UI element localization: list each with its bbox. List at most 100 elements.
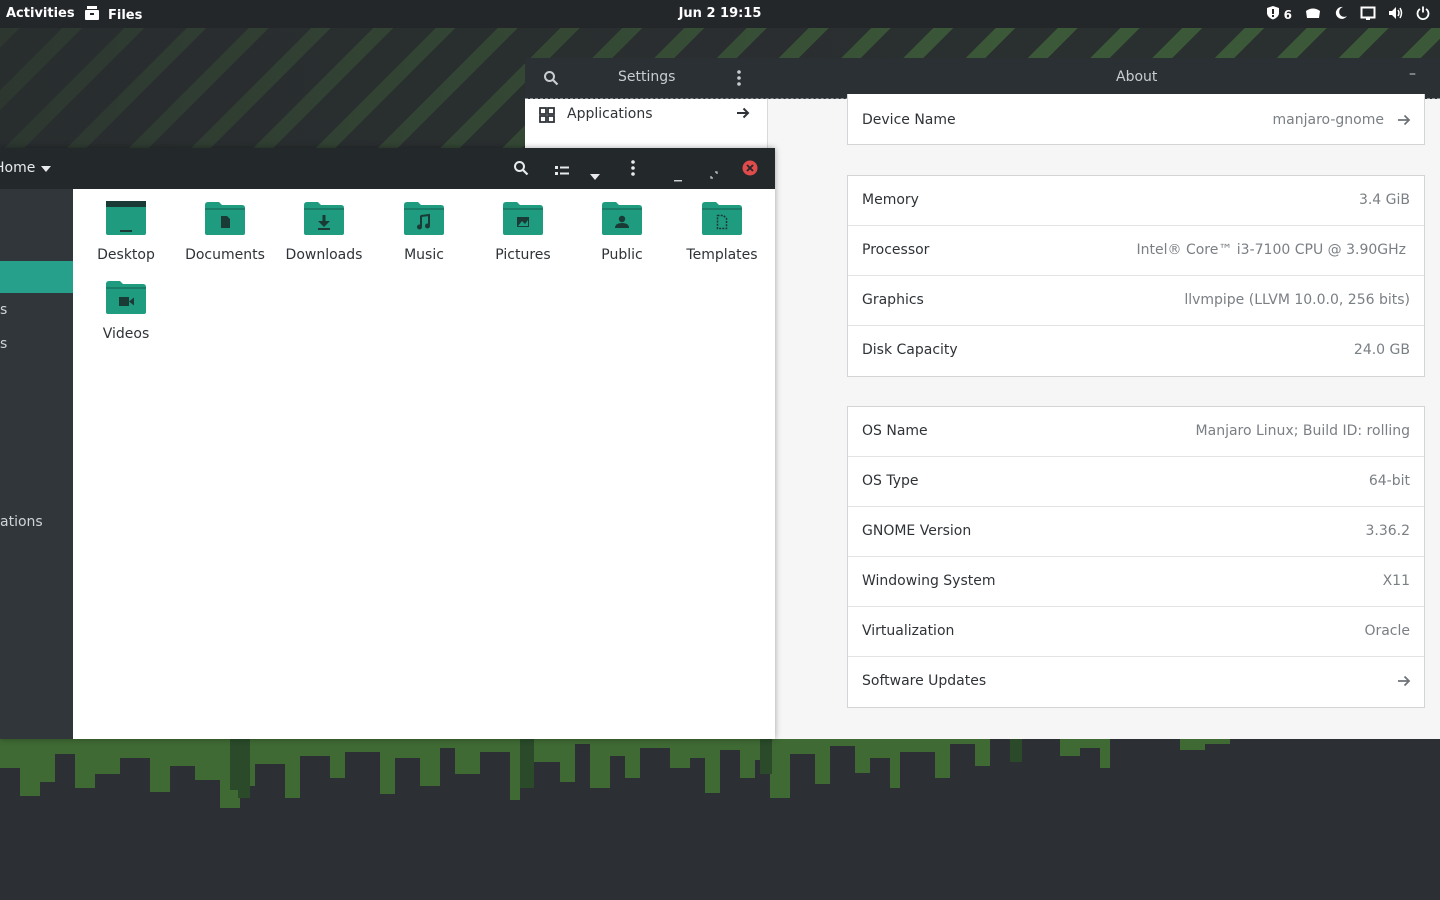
row-label: Virtualization	[862, 623, 955, 639]
folder-label: Videos	[102, 326, 150, 342]
activities-button[interactable]: Activities	[6, 6, 75, 21]
row-device-name[interactable]: Device Name manjaro-gnome	[848, 94, 1424, 144]
folder-desktop[interactable]: Desktop	[76, 199, 176, 263]
apps-grid-icon	[539, 107, 555, 127]
sidebar-item-fragment[interactable]: ations	[0, 514, 43, 530]
row-value: 64-bit	[1368, 473, 1410, 489]
row-label: Graphics	[862, 292, 924, 308]
files-window: Home s s ations	[0, 148, 775, 739]
videos-folder-icon	[106, 281, 146, 314]
row-label: GNOME Version	[862, 523, 972, 539]
row-value: Intel® Core™ i3-7100 CPU @ 3.90GHz	[1136, 242, 1407, 258]
files-sidebar: s s ations	[0, 189, 73, 739]
security-shield-icon[interactable]	[1266, 5, 1280, 24]
documents-folder-icon	[205, 202, 245, 235]
night-light-icon[interactable]	[1334, 6, 1348, 24]
updates-count: 6	[1283, 7, 1292, 22]
folder-label: Documents	[185, 247, 265, 263]
search-icon[interactable]	[513, 160, 529, 180]
folder-downloads[interactable]: Downloads	[274, 199, 374, 263]
sidebar-item-applications[interactable]: Applications	[525, 99, 767, 133]
row-os-name: OS Name Manjaro Linux; Build ID: rolling	[848, 407, 1424, 457]
page-title: About	[1116, 69, 1158, 85]
row-value: manjaro-gnome	[1272, 112, 1384, 128]
folder-label: Downloads	[285, 247, 363, 263]
search-icon[interactable]	[543, 70, 559, 90]
row-value: X11	[1382, 573, 1410, 589]
row-value: 3.36.2	[1365, 523, 1410, 539]
public-folder-icon	[602, 202, 642, 235]
location-button[interactable]: Home	[0, 160, 52, 176]
files-header-bar: Home	[0, 148, 775, 189]
view-options-chevron-icon[interactable]	[590, 165, 600, 184]
row-windowing-system: Windowing System X11	[848, 557, 1424, 607]
location-label: Home	[0, 160, 36, 176]
chevron-down-icon	[41, 160, 52, 176]
folder-templates[interactable]: Templates	[672, 199, 772, 263]
minimize-icon[interactable]	[674, 167, 682, 186]
menu-icon[interactable]	[631, 159, 635, 181]
folder-label: Music	[404, 247, 444, 263]
minimize-button[interactable]: –	[1409, 66, 1416, 82]
row-label: Memory	[862, 192, 919, 208]
software-card: OS Name Manjaro Linux; Build ID: rolling…	[847, 406, 1425, 708]
folder-videos[interactable]: Videos	[76, 278, 176, 342]
settings-menu-icon[interactable]	[737, 69, 741, 91]
row-label: Windowing System	[862, 573, 996, 589]
files-content-grid: Desktop Documents Downloads Music Pictur…	[73, 189, 775, 739]
folder-label: Desktop	[97, 247, 155, 263]
row-value: 24.0 GB	[1353, 342, 1410, 358]
system-tray[interactable]: 6	[1266, 5, 1430, 24]
sidebar-item-selected[interactable]	[0, 261, 73, 293]
row-virtualization: Virtualization Oracle	[848, 607, 1424, 657]
row-value: Oracle	[1364, 623, 1410, 639]
row-value: 3.4 GiB	[1358, 192, 1410, 208]
close-icon[interactable]	[742, 160, 758, 180]
arrow-right-icon	[735, 105, 751, 125]
top-bar: Activities Files Jun 2 19:15 6	[0, 0, 1440, 28]
row-processor: Processor Intel® Core™ i3-7100 CPU @ 3.9…	[848, 226, 1424, 276]
row-value: Manjaro Linux; Build ID: rolling	[1195, 423, 1410, 439]
clock[interactable]: Jun 2 19:15	[679, 6, 762, 21]
hardware-card: Memory 3.4 GiB Processor Intel® Core™ i3…	[847, 175, 1425, 377]
row-graphics: Graphics llvmpipe (LLVM 10.0.0, 256 bits…	[848, 276, 1424, 326]
music-folder-icon	[404, 202, 444, 235]
settings-title: Settings	[618, 69, 676, 85]
row-value: llvmpipe (LLVM 10.0.0, 256 bits)	[1184, 292, 1410, 308]
folder-public[interactable]: Public	[572, 199, 672, 263]
app-menu-label: Files	[108, 7, 143, 23]
power-icon[interactable]	[1416, 6, 1430, 24]
pictures-folder-icon	[503, 202, 543, 235]
folder-music[interactable]: Music	[374, 199, 474, 263]
templates-folder-icon	[702, 202, 742, 235]
row-label: Software Updates	[862, 673, 987, 689]
sidebar-item-fragment[interactable]: s	[0, 302, 7, 318]
list-view-icon[interactable]	[555, 162, 569, 181]
arrow-right-icon	[1396, 673, 1412, 693]
row-label: Disk Capacity	[862, 342, 958, 358]
wallpaper-skyline	[0, 738, 1440, 900]
sidebar-item-fragment[interactable]: s	[0, 336, 7, 352]
row-gnome-version: GNOME Version 3.36.2	[848, 507, 1424, 557]
row-label: Device Name	[862, 112, 956, 128]
arrow-right-icon	[1396, 112, 1412, 132]
app-menu[interactable]: Files	[84, 5, 142, 25]
row-os-type: OS Type 64-bit	[848, 457, 1424, 507]
sidebar-item-label: Applications	[567, 106, 653, 122]
folder-documents[interactable]: Documents	[175, 199, 275, 263]
downloads-folder-icon	[304, 202, 344, 235]
row-label: OS Name	[862, 423, 928, 439]
network-icon[interactable]	[1304, 6, 1322, 24]
row-software-updates[interactable]: Software Updates	[848, 657, 1424, 707]
row-disk-capacity: Disk Capacity 24.0 GB	[848, 326, 1424, 376]
folder-label: Public	[601, 247, 643, 263]
display-icon[interactable]	[1360, 6, 1376, 24]
volume-icon[interactable]	[1388, 6, 1404, 24]
desktop-folder-icon	[106, 201, 146, 235]
maximize-icon[interactable]	[710, 164, 718, 183]
folder-pictures[interactable]: Pictures	[473, 199, 573, 263]
folder-label: Pictures	[495, 247, 551, 263]
row-label: Processor	[862, 242, 930, 258]
row-label: OS Type	[862, 473, 919, 489]
files-icon	[84, 5, 100, 25]
